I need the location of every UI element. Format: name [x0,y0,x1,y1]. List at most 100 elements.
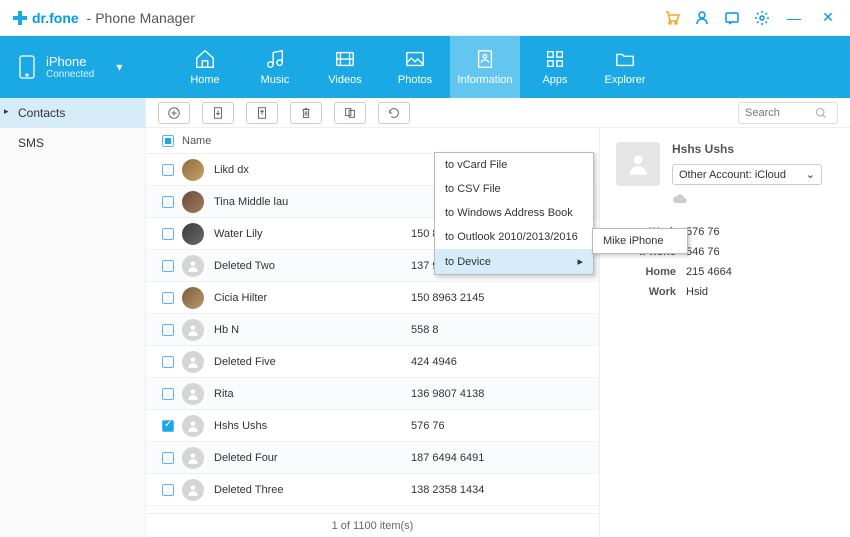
detail-name: Hshs Ushs [672,142,822,156]
nav-tabs: Home Music Videos Photos Information App… [170,36,850,98]
field-label: Work [616,286,676,298]
chevron-down-icon: ▾ [116,60,122,74]
cloud-icon [672,193,822,208]
avatar [182,223,204,245]
titlebar: dr.fone - Phone Manager — ✕ [0,0,850,36]
select-all-checkbox[interactable] [162,135,174,147]
tab-information[interactable]: Information [450,36,520,98]
row-name: Hb N [214,324,411,336]
export-csv[interactable]: to CSV File [435,177,593,201]
tab-apps[interactable]: Apps [520,36,590,98]
detail-field: Home 215 4664 [616,266,834,278]
device-selector[interactable]: iPhone Connected ▾ [0,54,170,80]
row-checkbox[interactable] [162,356,174,368]
contact-list: Name Likd dxTina Middle lauWater Lily150… [146,128,600,537]
table-row[interactable]: Deleted Three138 2358 1434 [146,474,599,506]
export-vcard[interactable]: to vCard File [435,153,593,177]
table-row[interactable]: Deleted Four187 6494 6491 [146,442,599,474]
row-name: Cicia Hilter [214,292,411,304]
row-name: Tina Middle lau [214,196,411,208]
tab-videos[interactable]: Videos [310,36,380,98]
chevron-down-icon: ⌄ [806,168,815,181]
avatar [182,255,204,277]
export-button[interactable] [246,102,278,124]
pager: 1 of 1100 item(s) [146,513,599,537]
row-name: Hshs Ushs [214,420,411,432]
row-name: Deleted Four [214,452,411,464]
detail-field: Work Hsid [616,286,834,298]
sidebar: Contacts SMS [0,98,146,537]
device-name: iPhone [46,54,94,69]
user-icon[interactable] [694,10,710,26]
list-header: Name [146,128,599,154]
avatar [182,191,204,213]
table-row[interactable]: Deleted Five424 4946 [146,346,599,378]
brand-text: dr.fone [32,10,79,26]
tab-photos[interactable]: Photos [380,36,450,98]
field-value: 215 4664 [686,266,732,278]
cart-icon[interactable] [664,10,680,26]
toolbar [146,98,850,128]
avatar [182,319,204,341]
sidebar-item-contacts[interactable]: Contacts [0,98,145,128]
minimize-button[interactable]: — [784,8,804,28]
avatar [182,383,204,405]
avatar [182,351,204,373]
row-checkbox[interactable] [162,484,174,496]
row-checkbox[interactable] [162,388,174,400]
import-button[interactable] [202,102,234,124]
add-button[interactable] [158,102,190,124]
detail-avatar [616,142,660,186]
navbar: iPhone Connected ▾ Home Music Videos Pho… [0,36,850,98]
field-label: Home [616,266,676,278]
table-row[interactable]: Hb N558 8 [146,314,599,346]
delete-button[interactable] [290,102,322,124]
row-phone: 187 6494 6491 [411,452,591,464]
export-outlook[interactable]: to Outlook 2010/2013/2016 [435,225,593,249]
avatar [182,479,204,501]
search-input[interactable] [745,107,815,119]
tab-home[interactable]: Home [170,36,240,98]
contact-area: Name Likd dxTina Middle lauWater Lily150… [146,128,850,537]
module-name: - Phone Manager [87,10,195,26]
device-status: Connected [46,69,94,80]
refresh-button[interactable] [378,102,410,124]
row-checkbox[interactable] [162,196,174,208]
column-name[interactable]: Name [182,135,591,147]
row-name: Water Lily [214,228,411,240]
logo-icon [12,10,28,26]
search-icon [815,107,827,119]
table-row[interactable]: Hshs Ushs576 76 [146,410,599,442]
avatar [182,447,204,469]
export-device[interactable]: to Device▸ [435,249,593,274]
close-button[interactable]: ✕ [818,8,838,28]
row-phone: 150 8963 2145 [411,292,591,304]
contact-detail: Hshs Ushs Other Account: iCloud ⌄ Work57… [600,128,850,537]
tab-explorer[interactable]: Explorer [590,36,660,98]
merge-button[interactable] [334,102,366,124]
settings-icon[interactable] [754,10,770,26]
content: Name Likd dxTina Middle lauWater Lily150… [146,98,850,537]
export-submenu: Mike iPhone [592,228,688,254]
field-value: 546 76 [686,246,720,258]
row-checkbox[interactable] [162,292,174,304]
row-phone: 138 2358 1434 [411,484,591,496]
export-wab[interactable]: to Windows Address Book [435,201,593,225]
account-select[interactable]: Other Account: iCloud ⌄ [672,164,822,185]
submenu-device-0[interactable]: Mike iPhone [593,229,687,253]
search-box[interactable] [738,102,838,124]
row-checkbox[interactable] [162,420,174,432]
tab-music[interactable]: Music [240,36,310,98]
avatar [182,159,204,181]
row-checkbox[interactable] [162,260,174,272]
row-checkbox[interactable] [162,452,174,464]
row-checkbox[interactable] [162,228,174,240]
row-checkbox[interactable] [162,324,174,336]
feedback-icon[interactable] [724,10,740,26]
row-checkbox[interactable] [162,164,174,176]
field-value: Hsid [686,286,708,298]
sidebar-item-sms[interactable]: SMS [0,128,145,158]
table-row[interactable]: Rita136 9807 4138 [146,378,599,410]
table-row[interactable]: Cicia Hilter150 8963 2145 [146,282,599,314]
row-phone: 558 8 [411,324,591,336]
